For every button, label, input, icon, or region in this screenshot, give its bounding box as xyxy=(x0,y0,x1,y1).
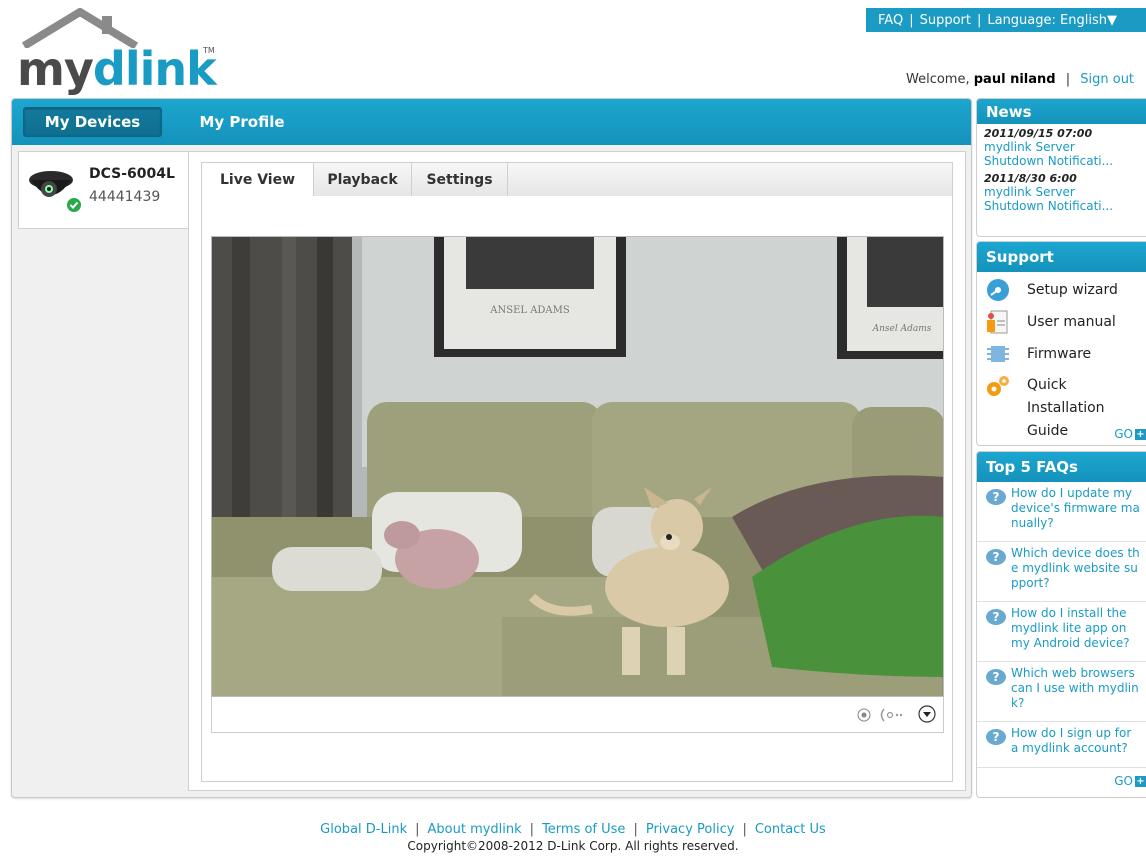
faq-item[interactable]: ? Which web browsers can I use with mydl… xyxy=(977,662,1146,722)
faq-go-button[interactable]: GO + xyxy=(1114,774,1146,788)
device-id: 44441439 xyxy=(89,189,161,205)
disc-icon xyxy=(987,279,1009,301)
news-panel: News 2011/09/15 07:00 mydlink Server Shu… xyxy=(976,98,1146,237)
news-item: 2011/09/15 07:00 mydlink Server Shutdown… xyxy=(977,124,1146,168)
device-list-item[interactable]: DCS-6004L 44441439 xyxy=(18,151,189,229)
contact-us-link[interactable]: Contact Us xyxy=(755,822,826,837)
quick-installation-guide-link[interactable]: Quick Installation Guide xyxy=(977,370,1146,439)
news-link[interactable]: mydlink Server Shutdown Notificati... xyxy=(977,140,1146,168)
device-name: DCS-6004L xyxy=(89,166,175,182)
copyright: Copyright©2008-2012 D-Link Corp. All rig… xyxy=(407,839,739,853)
audio-icon[interactable] xyxy=(880,707,902,723)
terms-of-use-link[interactable]: Terms of Use xyxy=(542,822,625,837)
check-icon xyxy=(67,198,81,212)
support-go-button[interactable]: GO + xyxy=(1114,427,1146,441)
sign-out-link[interactable]: Sign out xyxy=(1080,72,1134,87)
privacy-policy-link[interactable]: Privacy Policy xyxy=(646,822,735,837)
svg-text:Ansel Adams: Ansel Adams xyxy=(872,324,932,334)
tab-settings[interactable]: Settings xyxy=(412,163,508,196)
news-date: 2011/8/30 6:00 xyxy=(984,172,1077,185)
chip-icon xyxy=(987,346,1009,362)
logo-wordmark: mydlink xyxy=(17,42,217,96)
support-title: Support xyxy=(977,242,1146,272)
mydlink-logo[interactable]: mydlink TM xyxy=(17,8,217,100)
svg-text:?: ? xyxy=(993,490,1000,504)
device-tabs: Live View Playback Settings xyxy=(201,162,953,197)
live-video-feed[interactable]: ANSEL ADAMS Ansel Adams xyxy=(211,236,944,697)
welcome-bar: Welcome, paul niland | Sign out xyxy=(906,72,1135,87)
device-content: Live View Playback Settings ANSEL ADAMS … xyxy=(188,151,966,791)
manual-icon xyxy=(987,310,1008,334)
footer: Global D-Link | About mydlink | Terms of Use… xyxy=(0,822,1146,853)
gears-icon xyxy=(987,376,1009,396)
main-nav: My Devices My Profile xyxy=(12,99,971,145)
separator: | xyxy=(909,12,914,28)
global-dlink-link[interactable]: Global D-Link xyxy=(320,822,407,837)
faq-panel: Top 5 FAQs ? How do I update my device's… xyxy=(976,451,1146,798)
svg-text:ANSEL ADAMS: ANSEL ADAMS xyxy=(489,305,570,316)
news-link[interactable]: mydlink Server Shutdown Notificati... xyxy=(977,185,1146,213)
question-icon: ? xyxy=(986,729,1006,745)
live-view-panel: ANSEL ADAMS Ansel Adams xyxy=(201,196,953,782)
record-icon[interactable] xyxy=(856,707,872,723)
username: paul niland xyxy=(973,72,1056,87)
tab-live-view[interactable]: Live View xyxy=(202,163,314,197)
support-panel: Support Setup wizard User manual Firmwar… xyxy=(976,241,1146,446)
tab-playback[interactable]: Playback xyxy=(314,163,412,196)
dropdown-icon[interactable] xyxy=(918,705,936,723)
user-manual-link[interactable]: User manual xyxy=(977,306,1146,338)
faq-item[interactable]: ? Which device does th e mydlink website… xyxy=(977,542,1146,602)
tab-my-profile[interactable]: My Profile xyxy=(192,107,292,137)
separator: | xyxy=(976,12,982,28)
question-icon: ? xyxy=(986,609,1006,625)
faq-item[interactable]: ? How do I update my device's firmware m… xyxy=(977,482,1146,542)
svg-text:?: ? xyxy=(993,550,1000,564)
news-item: 2011/8/30 6:00 mydlink Server Shutdown N… xyxy=(977,168,1146,213)
footer-links: Global D-Link | About mydlink | Terms of Use… xyxy=(320,822,826,837)
tab-my-devices[interactable]: My Devices xyxy=(23,107,162,137)
svg-text:?: ? xyxy=(993,610,1000,624)
svg-text:?: ? xyxy=(993,670,1000,684)
top-utility-bar: FAQ | Support | Language: English▼ xyxy=(866,8,1146,32)
svg-text:?: ? xyxy=(993,730,1000,744)
question-icon: ? xyxy=(986,549,1006,565)
trademark: TM xyxy=(203,46,215,55)
plus-icon: + xyxy=(1135,428,1146,440)
question-icon: ? xyxy=(986,669,1006,685)
news-date: 2011/09/15 07:00 xyxy=(984,127,1093,140)
support-link[interactable]: Support xyxy=(920,13,971,28)
faq-link[interactable]: FAQ xyxy=(878,13,903,28)
setup-wizard-link[interactable]: Setup wizard xyxy=(977,274,1146,306)
language-selector[interactable]: Language: English▼ xyxy=(987,13,1117,28)
faq-item[interactable]: ? How do I sign up for a mydlink account… xyxy=(977,722,1146,768)
faq-item[interactable]: ? How do I install the mydlink lite app … xyxy=(977,602,1146,662)
plus-icon: + xyxy=(1135,775,1146,787)
faq-title: Top 5 FAQs xyxy=(977,452,1146,482)
firmware-link[interactable]: Firmware xyxy=(977,338,1146,370)
about-mydlink-link[interactable]: About mydlink xyxy=(428,822,522,837)
main-panel: My Devices My Profile DCS-6004L 44441439… xyxy=(11,98,972,798)
video-controls xyxy=(211,697,944,733)
question-icon: ? xyxy=(986,489,1006,505)
news-title: News xyxy=(977,99,1146,124)
